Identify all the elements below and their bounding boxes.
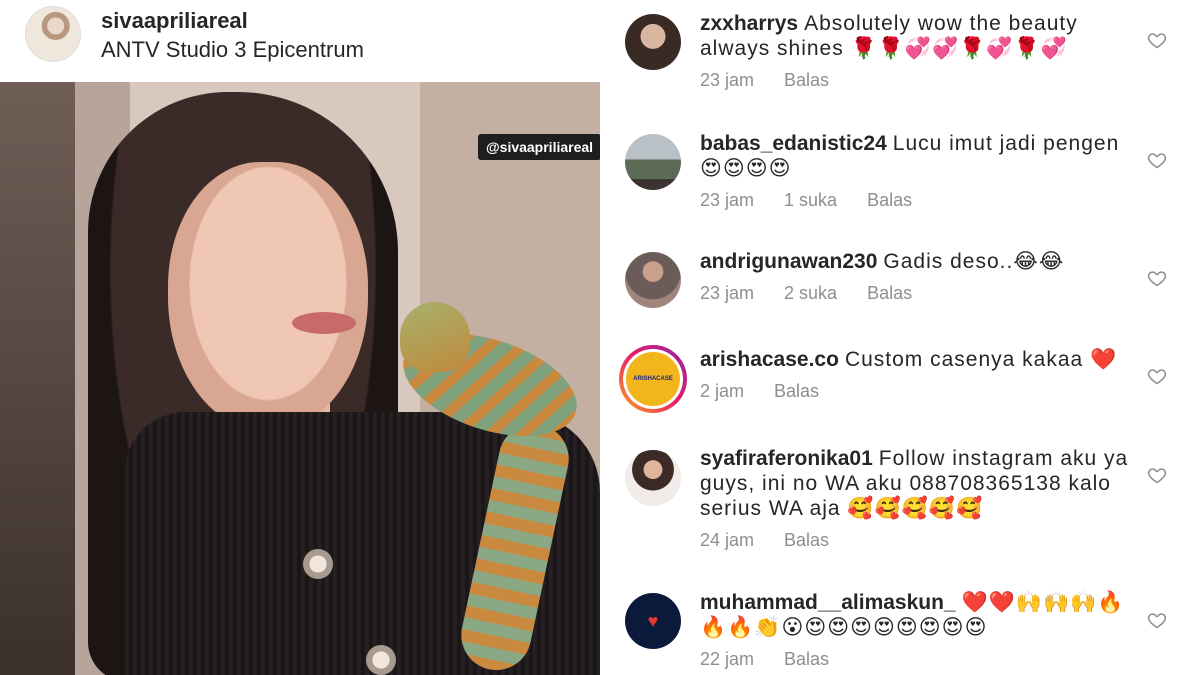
comment-time: 23 jam (700, 283, 755, 303)
photo-face (168, 162, 368, 432)
comment-time: 23 jam (700, 190, 755, 210)
commenter-avatar[interactable] (625, 14, 681, 70)
photo-chameleon-head (400, 302, 470, 372)
comment-body: zxxharrys Absolutely wow the beauty alway… (700, 11, 1130, 61)
heart-outline-icon[interactable] (1147, 30, 1167, 50)
comment-like-count[interactable]: 2 suka (784, 283, 837, 303)
arishacase-logo: ARISHACASE (626, 352, 680, 406)
comment-time: 24 jam (700, 530, 755, 550)
post-photo[interactable]: @sivaapriliareal (0, 82, 600, 675)
comment-time: 23 jam (700, 70, 755, 90)
reply-button[interactable]: Balas (867, 283, 912, 303)
comment-body: arishacase.co Custom casenya kakaa ❤️ (700, 347, 1130, 372)
comment-like-count[interactable]: 1 suka (784, 190, 837, 210)
comment-text: Gadis deso..😂😂 (883, 250, 1065, 273)
comment-meta: 24 jam Balas (700, 530, 859, 551)
comment-username[interactable]: arishacase.co (700, 348, 839, 371)
logo-text: ARISHACASE (633, 376, 673, 382)
comment-body: muhammad__alimaskun_ ❤️❤️🙌🙌🙌🔥🔥🔥👏😮😍😍😍😍😍😍😍😍 (700, 590, 1130, 640)
post-author-username[interactable]: sivaapriliareal (101, 8, 248, 34)
comments-list: zxxharrys Absolutely wow the beauty alway… (600, 0, 1200, 675)
photo-button (366, 645, 396, 675)
reply-button[interactable]: Balas (784, 530, 829, 550)
comment-username[interactable]: syafiraferonika01 (700, 447, 873, 470)
story-ring-inner: ARISHACASE (623, 349, 683, 409)
heart-outline-icon[interactable] (1147, 465, 1167, 485)
commenter-avatar[interactable]: ♥ (625, 593, 681, 649)
reply-button[interactable]: Balas (774, 381, 819, 401)
comment-meta: 23 jam 2 suka Balas (700, 283, 942, 304)
comment-username[interactable]: babas_edanistic24 (700, 132, 887, 155)
commenter-avatar[interactable] (625, 450, 681, 506)
commenter-avatar[interactable] (625, 134, 681, 190)
commenter-avatar[interactable]: ARISHACASE (619, 345, 687, 413)
heart-outline-icon[interactable] (1147, 268, 1167, 288)
comment-body: babas_edanistic24 Lucu imut jadi pengen 😍… (700, 131, 1130, 181)
comment-meta: 2 jam Balas (700, 381, 849, 402)
heart-outline-icon[interactable] (1147, 150, 1167, 170)
comment-meta: 23 jam Balas (700, 70, 859, 91)
reply-button[interactable]: Balas (784, 649, 829, 669)
heart-outline-icon[interactable] (1147, 610, 1167, 630)
comment-time: 2 jam (700, 381, 745, 401)
avatar-heart-icon: ♥ (647, 610, 659, 631)
commenter-avatar[interactable] (625, 252, 681, 308)
post-panel: sivaapriliareal ANTV Studio 3 Epicentrum… (0, 0, 600, 675)
comment-body: andrigunawan230 Gadis deso..😂😂 (700, 249, 1130, 274)
comment-username[interactable]: muhammad__alimaskun_ (700, 591, 956, 614)
comment-text: Custom casenya kakaa ❤️ (844, 348, 1118, 371)
comment-time: 22 jam (700, 649, 755, 669)
reply-button[interactable]: Balas (867, 190, 912, 210)
photo-user-tag[interactable]: @sivaapriliareal (478, 134, 600, 160)
post-author-avatar[interactable] (25, 6, 81, 62)
comment-username[interactable]: zxxharrys (700, 12, 798, 35)
heart-outline-icon[interactable] (1147, 366, 1167, 386)
reply-button[interactable]: Balas (784, 70, 829, 90)
post-location[interactable]: ANTV Studio 3 Epicentrum (101, 37, 364, 63)
photo-background (0, 82, 75, 675)
comment-meta: 23 jam 1 suka Balas (700, 190, 942, 211)
photo-button (303, 549, 333, 579)
comment-username[interactable]: andrigunawan230 (700, 250, 877, 273)
post-header: sivaapriliareal ANTV Studio 3 Epicentrum (0, 0, 600, 82)
comment-body: syafiraferonika01 Follow instagram aku ya… (700, 446, 1130, 521)
comment-meta: 22 jam Balas (700, 649, 859, 670)
photo-lips (292, 312, 356, 334)
